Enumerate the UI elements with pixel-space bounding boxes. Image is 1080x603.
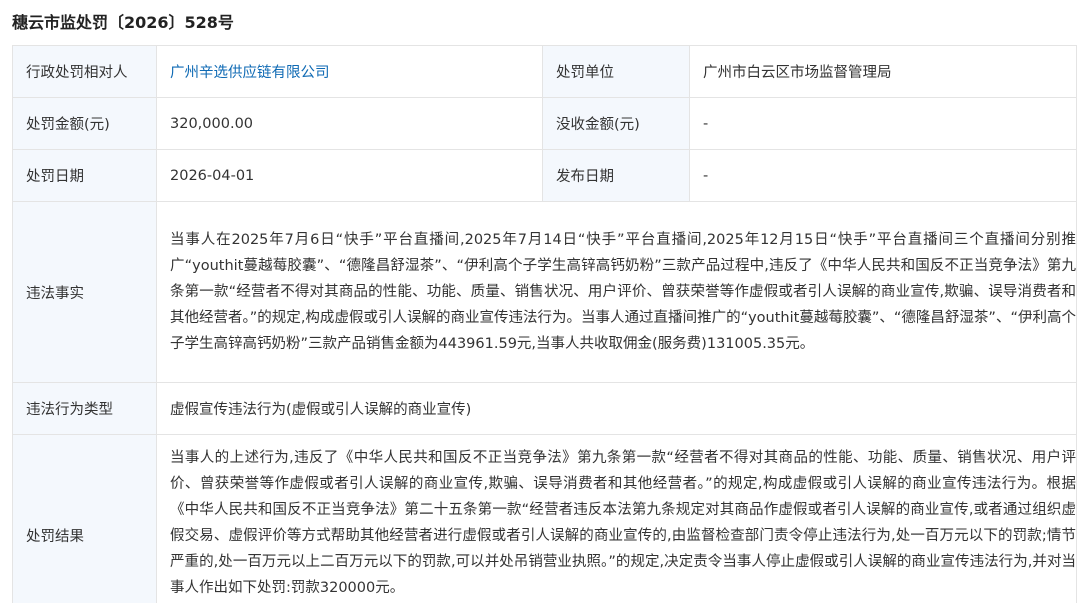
publish-value: -: [689, 149, 1077, 202]
publish-label: 发布日期: [542, 149, 690, 202]
confiscation-label: 没收金额(元): [542, 97, 690, 150]
party-label: 行政处罚相对人: [12, 45, 157, 98]
type-value: 虚假宣传违法行为(虚假或引人误解的商业宣传): [156, 382, 1077, 435]
result-label: 处罚结果: [12, 434, 157, 603]
facts-value: 当事人在2025年7月6日“快手”平台直播间,2025年7月14日“快手”平台直…: [156, 201, 1077, 383]
party-link[interactable]: 广州辛选供应链有限公司: [170, 65, 330, 81]
page-title: 穗云市监处罚〔2026〕528号: [12, 13, 234, 32]
page: 穗云市监处罚〔2026〕528号 行政处罚相对人 广州辛选供应链有限公司 处罚单…: [0, 0, 1080, 603]
table-row-date: 处罚日期 2026-04-01 发布日期 -: [12, 149, 1077, 202]
date-value: 2026-04-01: [156, 149, 543, 202]
party-cell: 广州辛选供应链有限公司: [156, 45, 543, 98]
confiscation-value: -: [689, 97, 1077, 150]
unit-label: 处罚单位: [542, 45, 690, 98]
amount-value: 320,000.00: [156, 97, 543, 150]
table-row-result: 处罚结果 当事人的上述行为,违反了《中华人民共和国反不正当竞争法》第九条第一款“…: [12, 434, 1077, 603]
table-row-party: 行政处罚相对人 广州辛选供应链有限公司 处罚单位 广州市白云区市场监督管理局: [12, 45, 1077, 98]
facts-label: 违法事实: [12, 201, 157, 383]
table-row-type: 违法行为类型 虚假宣传违法行为(虚假或引人误解的商业宣传): [12, 382, 1077, 435]
type-label: 违法行为类型: [12, 382, 157, 435]
amount-label: 处罚金额(元): [12, 97, 157, 150]
table-row-facts: 违法事实 当事人在2025年7月6日“快手”平台直播间,2025年7月14日“快…: [12, 201, 1077, 383]
penalty-info-table: 行政处罚相对人 广州辛选供应链有限公司 处罚单位 广州市白云区市场监督管理局 处…: [12, 45, 1077, 603]
result-value: 当事人的上述行为,违反了《中华人民共和国反不正当竞争法》第九条第一款“经营者不得…: [156, 434, 1077, 603]
date-label: 处罚日期: [12, 149, 157, 202]
table-row-amount: 处罚金额(元) 320,000.00 没收金额(元) -: [12, 97, 1077, 150]
unit-value: 广州市白云区市场监督管理局: [689, 45, 1077, 98]
